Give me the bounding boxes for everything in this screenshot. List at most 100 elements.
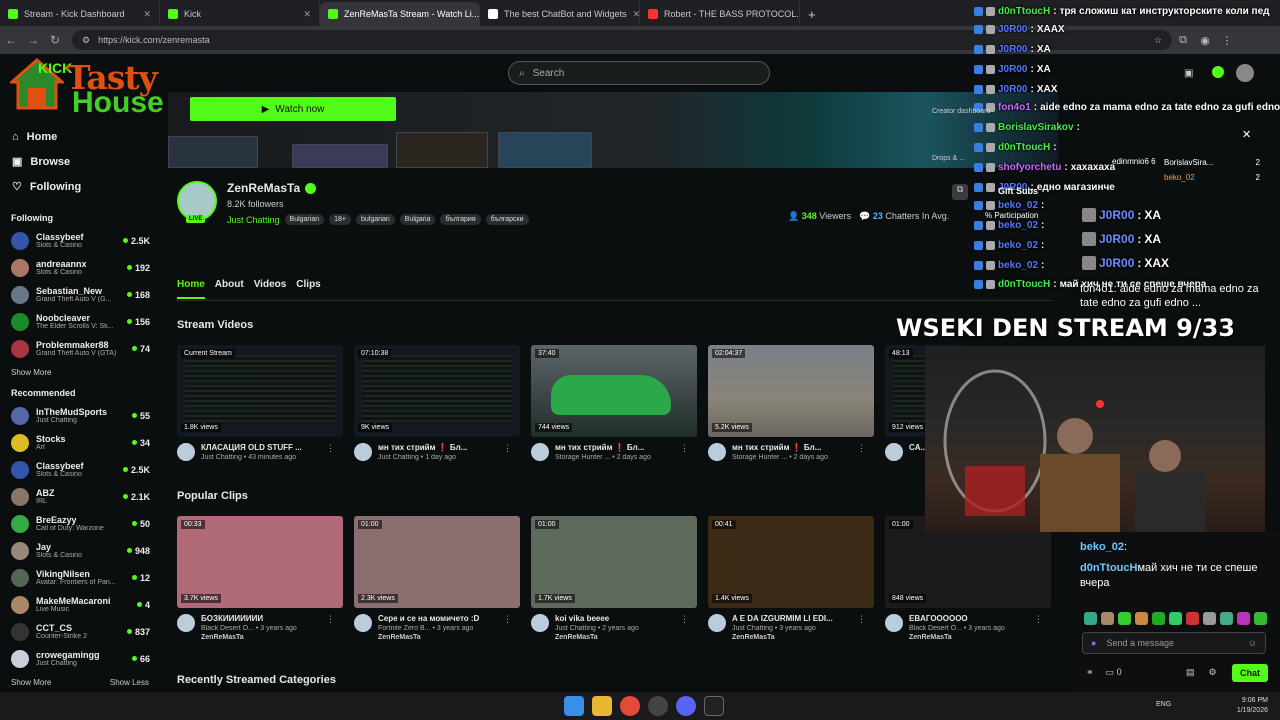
close-tab-icon[interactable]: ✕	[633, 9, 639, 20]
clip-card[interactable]: 00:33 3.7K views БОЗКИИИИИИИ Black Desert O…	[177, 516, 343, 641]
search-input[interactable]: ⌕ Search	[508, 61, 770, 85]
close-icon[interactable]: ✕	[1242, 128, 1251, 141]
emote-icon[interactable]	[1152, 612, 1165, 625]
emote-icon[interactable]	[1203, 612, 1216, 625]
tab-home[interactable]: Home	[177, 279, 205, 299]
sidebar-channel[interactable]: ABZ IRL 2.1K	[0, 483, 160, 510]
video-thumbnail[interactable]: 07:10:38 9K views	[354, 345, 520, 437]
extensions-icon[interactable]: ⧉	[1172, 34, 1194, 47]
browser-tab[interactable]: Kick ✕	[160, 2, 320, 26]
terminal-icon[interactable]	[704, 696, 724, 716]
emote-icon[interactable]	[1254, 612, 1267, 625]
clip-title[interactable]: EBAГОООООО	[909, 614, 1029, 623]
more-options-icon[interactable]: ⋮	[680, 443, 689, 454]
clip-thumbnail[interactable]: 01:00 1.7K views	[531, 516, 697, 608]
channel-name[interactable]: ZenReMasTa	[227, 181, 317, 195]
emote-icon[interactable]	[1135, 612, 1148, 625]
clip-card[interactable]: 00:41 1.4K views A E DA IZGURMIM LI EDI...…	[708, 516, 874, 641]
clip-card[interactable]: 01:00 1.7K views koi vika beeee Just Chatti…	[531, 516, 697, 641]
category-link[interactable]: Just Chatting	[227, 215, 280, 225]
chrome-icon[interactable]	[620, 696, 640, 716]
more-options-icon[interactable]: ⋮	[326, 614, 335, 625]
close-tab-icon[interactable]: ✕	[143, 9, 151, 20]
channel-tag[interactable]: българия	[440, 214, 481, 225]
clip-thumbnail[interactable]: 00:33 3.7K views	[177, 516, 343, 608]
sidebar-channel[interactable]: crowegamingg Just Chatting 66	[0, 645, 160, 672]
watch-now-button[interactable]: ▶ Watch now	[190, 97, 396, 121]
emote-icon[interactable]	[1118, 612, 1131, 625]
clip-thumbnail[interactable]: 01:00 2.3K views	[354, 516, 520, 608]
sidebar-channel[interactable]: VikingNilsen Avatar: Frontiers of Pan... 1…	[0, 564, 160, 591]
clip-author[interactable]: ZenReMasTa	[378, 634, 498, 641]
theater-mode-icon[interactable]: ⧉	[952, 184, 968, 200]
more-options-icon[interactable]: ⋮	[503, 443, 512, 454]
more-options-icon[interactable]: ⋮	[503, 614, 512, 625]
sidebar-item-home[interactable]: ⌂ Home	[0, 124, 160, 149]
video-title[interactable]: мн тих стрийм ❗ Бл...	[732, 443, 852, 452]
kick-status-icon[interactable]	[1212, 66, 1224, 78]
sidebar-channel[interactable]: InTheMudSports Just Chatting 55	[0, 402, 160, 429]
new-tab-icon[interactable]: +	[800, 2, 824, 26]
video-thumbnail[interactable]: Current Stream 1.8K views	[177, 345, 343, 437]
sidebar-channel[interactable]: Stocks Art 34	[0, 429, 160, 456]
video-title[interactable]: КЛАСАЦИЯ OLD STUFF ...	[201, 443, 321, 452]
more-options-icon[interactable]: ⋮	[326, 443, 335, 454]
video-card[interactable]: Current Stream 1.8K views КЛАСАЦИЯ OLD STU…	[177, 345, 343, 461]
cast-icon[interactable]: ▣	[1184, 68, 1193, 79]
menu-icon[interactable]: ⋮	[1216, 34, 1238, 47]
sidebar-channel[interactable]: Classybeef Slots & Casino 2.5K	[0, 227, 160, 254]
clip-card[interactable]: 01:00 2.3K views Сере и се на момичето :D F…	[354, 516, 520, 641]
sidebar-channel[interactable]: Sebastian_New Grand Theft Auto V (G... 168	[0, 281, 160, 308]
video-title[interactable]: мн тих стрийм ❗ Бл...	[378, 443, 498, 452]
taskbar-clock[interactable]: 9:06 PM 1/19/2026	[1237, 696, 1268, 716]
channel-tag[interactable]: bulgarian	[355, 214, 395, 225]
obs-icon[interactable]	[648, 696, 668, 716]
emote-icon[interactable]	[1237, 612, 1250, 625]
channel-tag[interactable]: Bulgarian	[284, 214, 325, 225]
sidebar-channel[interactable]: Problemmaker88 Grand Theft Auto V (GTA) 74	[0, 335, 160, 362]
browser-tab[interactable]: Stream - Kick Dashboard ✕	[0, 2, 160, 26]
clip-thumbnail[interactable]: 00:41 1.4K views	[708, 516, 874, 608]
show-more-label[interactable]: Show More	[11, 678, 51, 687]
tab-about[interactable]: About	[215, 279, 244, 299]
settings-gear-icon[interactable]: ⚙	[1209, 667, 1217, 678]
browser-tab[interactable]: Robert - THE BASS PROTOCOL...✕	[640, 2, 800, 26]
clip-title[interactable]: A E DA IZGURMIM LI EDI...	[732, 614, 852, 623]
sidebar-item-following[interactable]: ♡ Following	[0, 174, 160, 199]
clip-card[interactable]: 01:00 848 views EBAГОООООО Black Desert O..…	[885, 516, 1051, 641]
emote-icon[interactable]	[1101, 612, 1114, 625]
channel-tag[interactable]: Bulgaria	[399, 214, 436, 225]
show-less-label[interactable]: Show Less	[110, 678, 149, 687]
video-title[interactable]: мн тих стрийм ❗ Бл...	[555, 443, 675, 452]
file-explorer-icon[interactable]	[592, 696, 612, 716]
creator-dashboard-label[interactable]: Creator dashboard	[932, 108, 990, 115]
video-thumbnail[interactable]: 37:40 744 views	[531, 345, 697, 437]
sidebar-channel[interactable]: Noobcleaver The Elder Scrolls V: Sk... 156	[0, 308, 160, 335]
sidebar-channel[interactable]: BreEazyy Call of Duty: Warzone 50	[0, 510, 160, 537]
more-options-icon[interactable]: ⋮	[857, 614, 866, 625]
browser-tab[interactable]: The best ChatBot and Widgets ✕	[480, 2, 640, 26]
send-message-input[interactable]: ● Send a message ☺	[1082, 632, 1266, 654]
start-icon[interactable]	[564, 696, 584, 716]
discord-icon[interactable]	[676, 696, 696, 716]
clip-author[interactable]: ZenReMasTa	[732, 634, 852, 641]
profile-icon[interactable]: ◉	[1194, 34, 1216, 47]
sidebar-item-browse[interactable]: ▣ Browse	[0, 149, 160, 174]
points-display[interactable]: ▭ 0	[1106, 667, 1122, 678]
close-tab-icon[interactable]: ✕	[303, 9, 311, 20]
emote-icon[interactable]	[1169, 612, 1182, 625]
tab-videos[interactable]: Videos	[254, 279, 287, 299]
sidebar-channel[interactable]: CCT_CS Counter-Strike 2 837	[0, 618, 160, 645]
show-more-recommended[interactable]: Show More Show Less	[0, 672, 160, 692]
site-info-icon[interactable]: ⚙	[82, 35, 90, 46]
drops-label[interactable]: Drops & ...	[932, 155, 965, 162]
emote-picker-icon[interactable]: ☺	[1248, 638, 1257, 648]
channel-tag[interactable]: български	[485, 214, 529, 225]
reload-icon[interactable]: ↻	[44, 33, 66, 47]
chat-send-button[interactable]: Chat	[1232, 664, 1268, 682]
more-options-icon[interactable]: ⋮	[680, 614, 689, 625]
video-card[interactable]: 02:04:37 5.2K views мн тих стрийм ❗ Бл... S…	[708, 345, 874, 461]
sidebar-channel[interactable]: andreaannx Slots & Casino 192	[0, 254, 160, 281]
tab-clips[interactable]: Clips	[296, 279, 320, 299]
emote-icon[interactable]	[1186, 612, 1199, 625]
